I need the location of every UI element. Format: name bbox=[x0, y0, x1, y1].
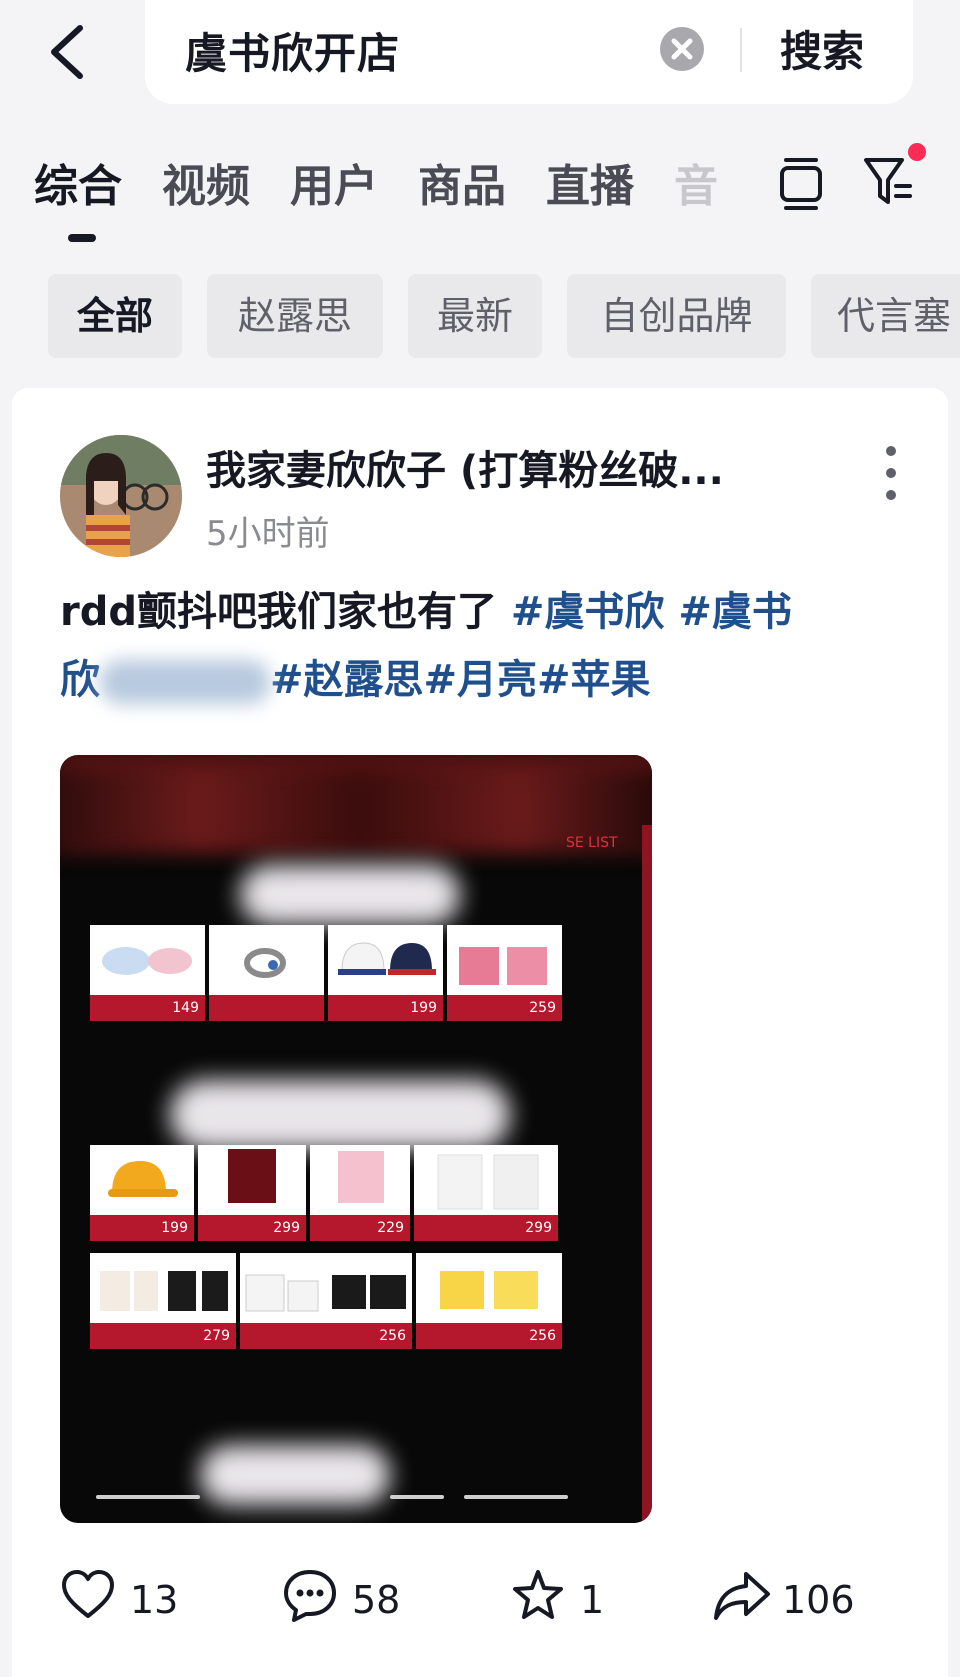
hashtag-fragment[interactable]: 欣 bbox=[60, 657, 100, 703]
layout-toggle-button[interactable] bbox=[778, 154, 824, 212]
product-price: 299 bbox=[414, 1215, 558, 1241]
chip-all[interactable]: 全部 bbox=[48, 274, 182, 358]
blur-patch bbox=[200, 1445, 390, 1505]
post-card: 我家妻欣欣子 (打算粉丝破... 5小时前 rdd颤抖吧我们家也有了 #虞书欣 … bbox=[12, 388, 948, 1677]
blur-patch bbox=[240, 865, 460, 925]
divider bbox=[740, 28, 742, 72]
product-item[interactable]: 256 bbox=[240, 1253, 412, 1349]
share-button[interactable]: 106 bbox=[712, 1568, 872, 1638]
product-item[interactable]: 259 bbox=[447, 925, 562, 1021]
blurred-banner-overlay bbox=[60, 770, 652, 850]
tab-user[interactable]: 用户 bbox=[290, 150, 378, 214]
post-image[interactable]: SE LIST 149 199 259 199 299 229 299 279 … bbox=[60, 755, 652, 1523]
product-image bbox=[90, 1145, 194, 1215]
comment-icon bbox=[284, 1570, 336, 1622]
comment-button[interactable]: 58 bbox=[282, 1568, 422, 1638]
filter-icon bbox=[864, 158, 912, 204]
chip-zhaolusi[interactable]: 赵露思 bbox=[207, 274, 383, 358]
product-image bbox=[328, 925, 443, 995]
hashtag[interactable]: #月亮 bbox=[424, 657, 538, 703]
product-image bbox=[416, 1253, 562, 1323]
product-image bbox=[90, 925, 205, 995]
tab-music[interactable]: 音 bbox=[674, 150, 744, 214]
tab-indicator bbox=[68, 234, 96, 242]
image-edge bbox=[642, 825, 652, 1523]
product-image bbox=[198, 1145, 306, 1215]
blur-patch bbox=[170, 1080, 510, 1150]
product-price: 259 bbox=[447, 995, 562, 1021]
carousel-indicator bbox=[96, 1495, 200, 1499]
product-item[interactable]: 199 bbox=[90, 1145, 194, 1241]
product-image bbox=[447, 925, 562, 995]
comment-count: 58 bbox=[352, 1578, 401, 1622]
heart-icon bbox=[62, 1570, 114, 1618]
carousel-indicator bbox=[390, 1495, 444, 1499]
blurred-hashtag bbox=[100, 660, 270, 704]
layout-icon bbox=[780, 158, 822, 210]
product-item[interactable]: 279 bbox=[90, 1253, 236, 1349]
like-count: 13 bbox=[130, 1578, 179, 1622]
back-button[interactable] bbox=[40, 10, 110, 90]
tab-bar: 综合 视频 用户 商品 直播 音 bbox=[34, 150, 794, 220]
more-options-button[interactable] bbox=[884, 443, 898, 503]
chevron-left-icon bbox=[51, 25, 83, 79]
product-item[interactable]: 149 bbox=[90, 925, 205, 1021]
product-item[interactable] bbox=[209, 925, 324, 1021]
search-button[interactable]: 搜索 bbox=[780, 18, 864, 79]
clear-search-button[interactable] bbox=[660, 27, 704, 71]
search-input[interactable]: 虞书欣开店 bbox=[185, 20, 400, 81]
product-price: 199 bbox=[90, 1215, 194, 1241]
more-vertical-icon bbox=[886, 446, 896, 500]
product-image bbox=[209, 925, 324, 995]
filter-button[interactable] bbox=[862, 152, 916, 210]
tab-video[interactable]: 视频 bbox=[162, 150, 250, 214]
post-time: 5小时前 bbox=[206, 514, 330, 554]
product-image bbox=[90, 1253, 236, 1323]
share-arrow-icon bbox=[714, 1572, 770, 1620]
chip-original-brand[interactable]: 自创品牌 bbox=[567, 274, 786, 358]
hashtag[interactable]: #虞书欣 bbox=[511, 589, 665, 635]
product-price: 299 bbox=[198, 1215, 306, 1241]
product-price: 229 bbox=[310, 1215, 410, 1241]
tab-all[interactable]: 综合 bbox=[34, 150, 122, 214]
tab-goods[interactable]: 商品 bbox=[418, 150, 506, 214]
product-price: 279 bbox=[90, 1323, 236, 1349]
like-button[interactable]: 13 bbox=[60, 1568, 200, 1638]
product-price: 256 bbox=[240, 1323, 412, 1349]
favorite-count: 1 bbox=[580, 1578, 605, 1622]
product-price bbox=[209, 995, 324, 1021]
hashtag[interactable]: #虞书 bbox=[678, 589, 792, 635]
product-image bbox=[240, 1253, 412, 1323]
product-item[interactable]: 229 bbox=[310, 1145, 410, 1241]
product-price: 199 bbox=[328, 995, 443, 1021]
carousel-indicator bbox=[464, 1495, 568, 1499]
hashtag[interactable]: #赵露思 bbox=[270, 657, 424, 703]
favorite-button[interactable]: 1 bbox=[510, 1568, 630, 1638]
product-image bbox=[310, 1145, 410, 1215]
post-description: rdd颤抖吧我们家也有了 #虞书欣 #虞书 欣 #赵露思#月亮#苹果 bbox=[60, 578, 900, 714]
close-icon bbox=[671, 38, 693, 60]
product-item[interactable]: 299 bbox=[414, 1145, 558, 1241]
author-name[interactable]: 我家妻欣欣子 (打算粉丝破... bbox=[206, 438, 724, 496]
chip-latest[interactable]: 最新 bbox=[408, 274, 542, 358]
product-price: 149 bbox=[90, 995, 205, 1021]
product-price: 256 bbox=[416, 1323, 562, 1349]
product-item[interactable]: 199 bbox=[328, 925, 443, 1021]
post-text: rdd颤抖吧我们家也有了 bbox=[60, 589, 511, 635]
tab-live[interactable]: 直播 bbox=[546, 150, 634, 214]
avatar-image bbox=[60, 435, 182, 557]
chip-endorsement[interactable]: 代言塞 bbox=[811, 274, 960, 358]
image-label: SE LIST bbox=[566, 835, 618, 851]
product-item[interactable]: 256 bbox=[416, 1253, 562, 1349]
star-icon bbox=[513, 1570, 563, 1619]
avatar[interactable] bbox=[60, 435, 182, 557]
share-count: 106 bbox=[782, 1578, 855, 1622]
hashtag[interactable]: #苹果 bbox=[537, 657, 651, 703]
product-image bbox=[414, 1145, 558, 1215]
product-item[interactable]: 299 bbox=[198, 1145, 306, 1241]
notification-dot bbox=[908, 143, 926, 161]
search-bar: 虞书欣开店 搜索 bbox=[145, 0, 913, 104]
